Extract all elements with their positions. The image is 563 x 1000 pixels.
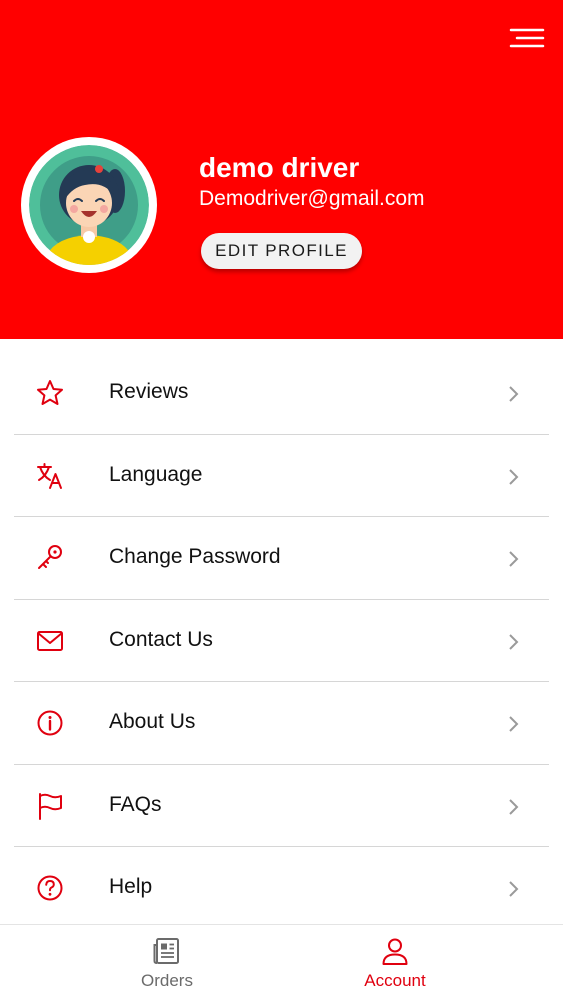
menu-item-contact-us[interactable]: Contact Us (14, 600, 549, 682)
menu-item-label: Help (109, 875, 153, 898)
translate-icon (37, 462, 62, 489)
tab-account[interactable]: Account (305, 925, 485, 1000)
menu-item-label: Change Password (109, 545, 281, 568)
menu-item-label: Contact Us (109, 627, 213, 651)
menu-item-change-password[interactable]: Change Password (14, 517, 549, 600)
hamburger-menu-icon (509, 28, 545, 48)
menu-item-reviews[interactable]: Reviews (14, 352, 549, 435)
menu-item-about-us[interactable]: About Us (14, 682, 549, 765)
chevron-right-icon (509, 386, 519, 402)
newspaper-icon (153, 938, 179, 964)
chevron-right-icon (509, 468, 519, 485)
menu-item-label: Reviews (109, 380, 189, 403)
menu-item-faqs[interactable]: FAQs (14, 765, 549, 847)
chevron-right-icon (509, 551, 519, 567)
chevron-right-icon (509, 633, 519, 650)
mail-icon (37, 630, 63, 651)
cartoon-girl-avatar-icon (29, 145, 149, 265)
user-email: Demodriver@gmail.com (199, 187, 425, 210)
menu-item-language[interactable]: Language (14, 435, 549, 517)
bottom-navigation: Orders Account (0, 924, 563, 1000)
profile-header: demo driver Demodriver@gmail.com EDIT PR… (0, 0, 563, 339)
info-icon (37, 710, 63, 736)
hamburger-menu-button[interactable] (509, 26, 545, 52)
key-icon (38, 545, 62, 569)
account-menu-list: Reviews Language Change Password Contact… (14, 352, 549, 930)
chevron-right-icon (509, 881, 519, 897)
chevron-right-icon (509, 798, 519, 815)
chevron-right-icon (509, 716, 519, 732)
avatar[interactable] (21, 137, 157, 273)
menu-item-label: About Us (109, 710, 196, 733)
tab-account-label: Account (364, 971, 426, 990)
menu-item-label: Language (109, 462, 203, 486)
edit-profile-button[interactable]: EDIT PROFILE (201, 233, 362, 269)
help-icon (37, 875, 63, 901)
account-screen: demo driver Demodriver@gmail.com EDIT PR… (0, 0, 563, 1000)
star-icon (37, 380, 63, 405)
user-name: demo driver (199, 152, 360, 183)
menu-item-help[interactable]: Help (14, 847, 549, 930)
flag-icon (39, 792, 62, 820)
person-icon (382, 938, 408, 965)
menu-item-label: FAQs (109, 792, 162, 816)
tab-orders[interactable]: Orders (77, 925, 257, 1000)
tab-orders-label: Orders (141, 971, 193, 990)
